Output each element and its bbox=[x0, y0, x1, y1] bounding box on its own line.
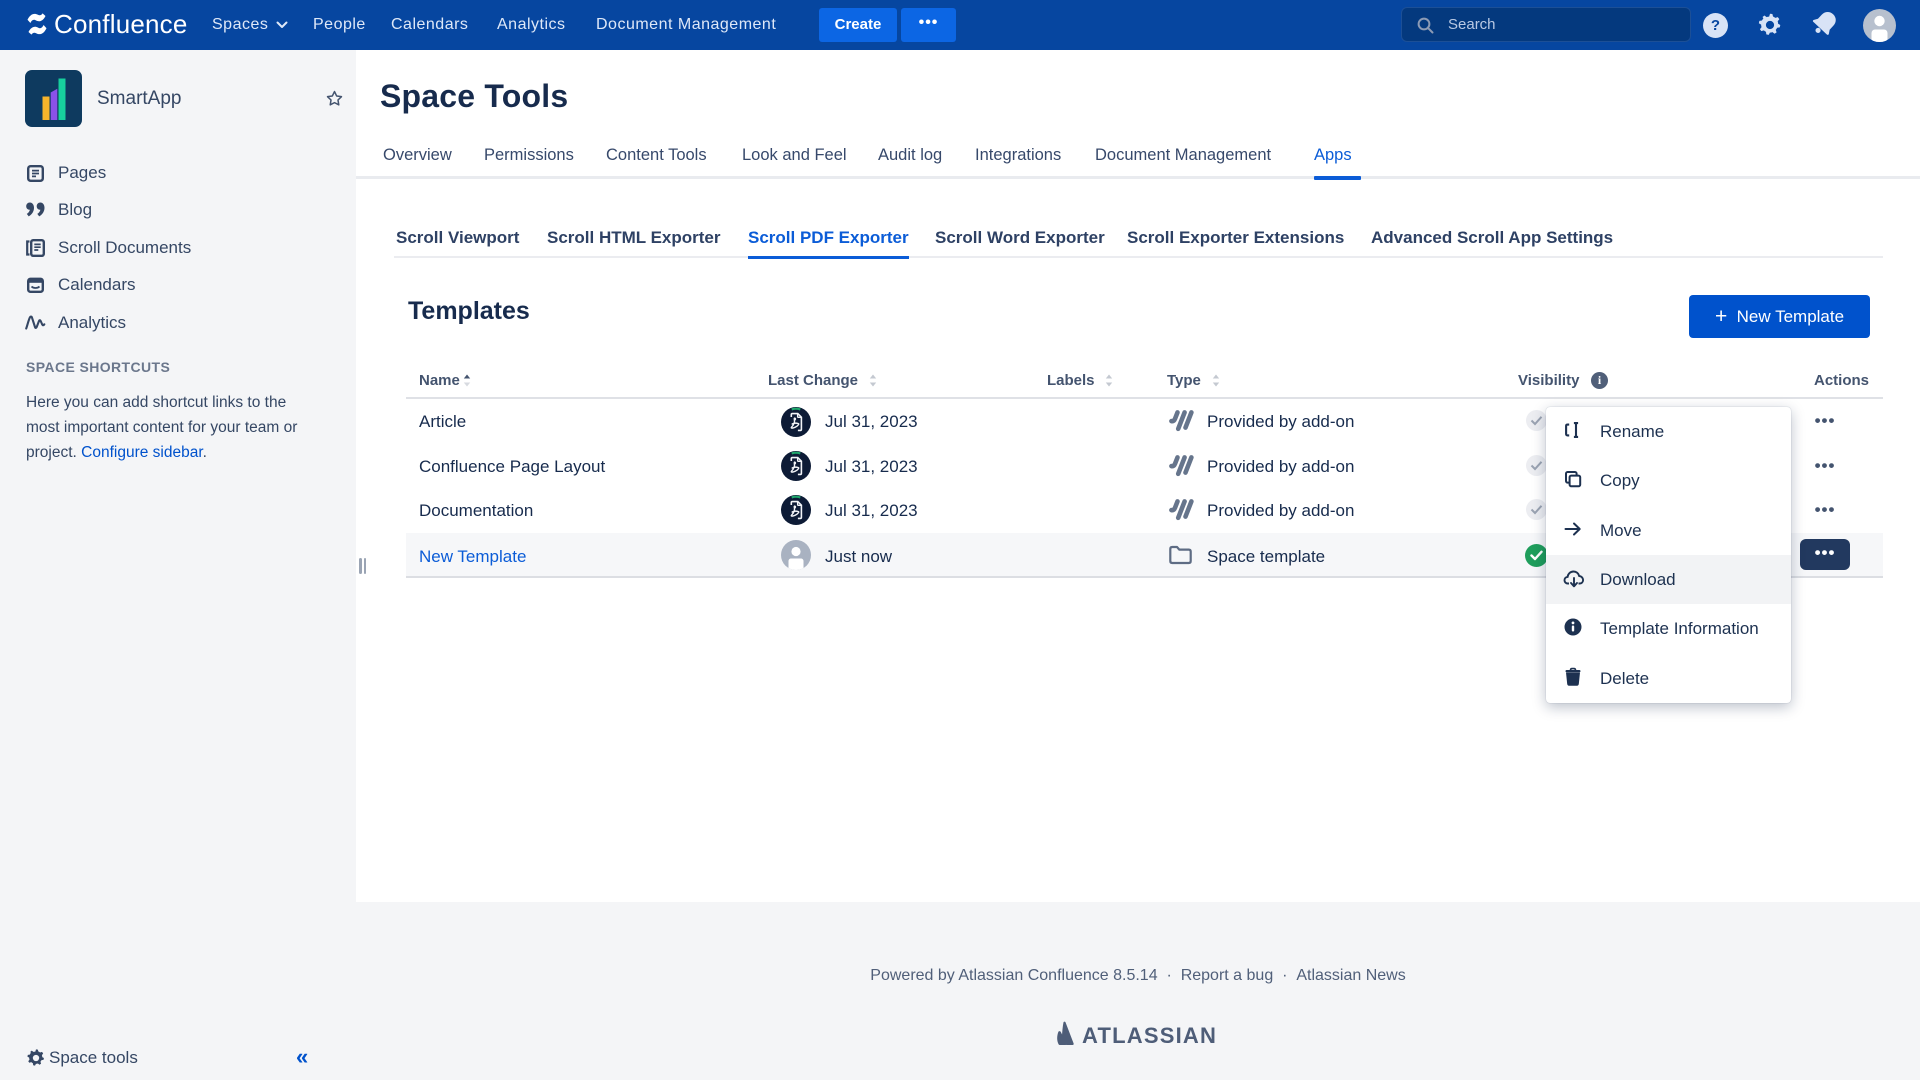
svg-text:ATLASSIAN: ATLASSIAN bbox=[1082, 1023, 1217, 1048]
